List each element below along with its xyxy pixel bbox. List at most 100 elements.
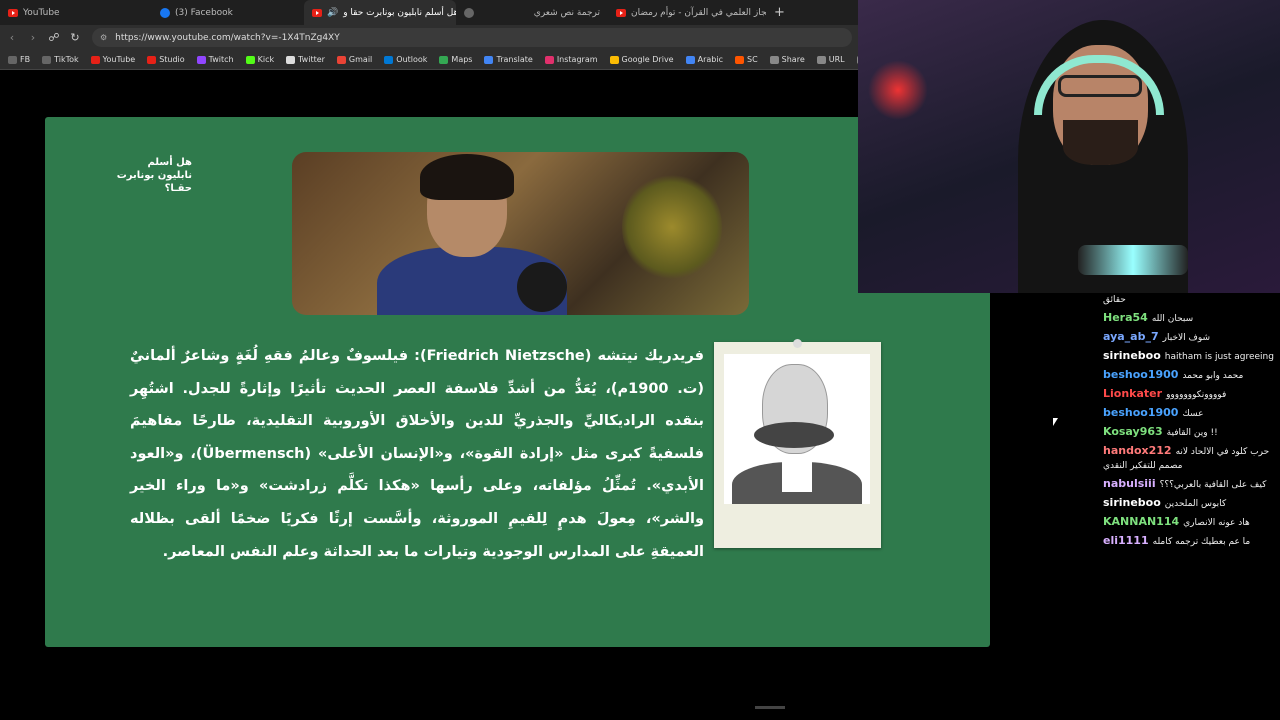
youtube-icon xyxy=(8,8,18,17)
bookmark-item[interactable]: FB xyxy=(8,55,30,64)
tab-active-video[interactable]: 🔊 هل أسلم نابليون بونابرت حقا و ✕ xyxy=(304,0,456,25)
bookmark-label: Outlook xyxy=(396,55,428,64)
bookmark-item[interactable]: Instagram xyxy=(544,55,598,64)
bookmark-label: FB xyxy=(20,55,31,64)
bookmark-item[interactable]: Kick xyxy=(245,55,274,64)
tab-label: ترجمة نص شعري xyxy=(533,7,600,18)
live-chat: حقائق Hera54 سبحان الله aya_ab_7 شوف الاخبار… xyxy=(1100,293,1280,593)
chat-username[interactable]: handox212 xyxy=(1103,444,1172,457)
nietzsche-paragraph: فريدريك نيتشه (Friedrich Nietzsche): فيل… xyxy=(130,348,705,560)
scroll-indicator xyxy=(755,706,785,709)
bookmark-favicon-icon xyxy=(816,55,826,64)
bookmark-label: YouTube xyxy=(102,55,136,64)
bookmark-item[interactable]: YouTube xyxy=(90,55,136,64)
bookmark-label: Studio xyxy=(159,55,185,64)
bookmark-item[interactable]: Share xyxy=(769,55,805,64)
chat-text: ما عم بعطيك ترجمه كامله xyxy=(1152,537,1251,547)
bookmark-label: Instagram xyxy=(556,55,598,64)
chat-message: nabulsiii كيف على القافية بالعربي؟؟؟ xyxy=(1103,477,1280,492)
tab-label: الإعجاز العلمي في القرآن - توأم رمضان xyxy=(631,7,766,18)
bookmark-icon[interactable]: ☍ xyxy=(45,31,63,44)
bookmark-item[interactable]: Arabic xyxy=(685,55,723,64)
bookmark-item[interactable]: Twitch xyxy=(196,55,234,64)
back-arrow-icon[interactable]: ‹ xyxy=(3,31,21,44)
plant-image xyxy=(622,172,722,282)
facebook-icon xyxy=(160,7,170,18)
bookmark-item[interactable]: URL xyxy=(816,55,845,64)
bookmarks-bar: FB TikTok YouTube Studio Twitch Kick Twitter Gm… xyxy=(0,50,858,70)
tab-facebook[interactable]: (3) Facebook xyxy=(152,0,304,25)
bookmark-favicon-icon xyxy=(42,55,52,64)
red-light xyxy=(868,60,928,120)
speaker-photo xyxy=(292,152,749,315)
chat-text: عسك xyxy=(1182,409,1204,419)
site-info-icon[interactable]: ⚙ xyxy=(100,33,107,42)
tab-translation[interactable]: ترجمة نص شعري xyxy=(456,0,608,25)
bookmark-item[interactable]: Gmail xyxy=(336,55,373,64)
chat-username[interactable]: aya_ab_7 xyxy=(1103,330,1159,343)
portrait-mustache xyxy=(754,422,834,448)
chat-username[interactable]: KANNAN114 xyxy=(1103,515,1179,528)
chat-username[interactable]: beshoo1900 xyxy=(1103,368,1178,381)
globe-icon xyxy=(464,7,474,18)
url-field[interactable]: ⚙ https://www.youtube.com/watch?v=-1X4Tn… xyxy=(92,28,852,47)
bookmark-favicon-icon xyxy=(196,55,206,64)
address-bar-row: ‹ › ☍ ↻ ⚙ https://www.youtube.com/watch?… xyxy=(0,25,858,50)
bookmark-favicon-icon xyxy=(384,55,394,64)
bookmark-item[interactable]: Translate xyxy=(484,55,533,64)
nietzsche-portrait xyxy=(724,354,870,504)
bookmark-item[interactable]: Studio xyxy=(147,55,185,64)
nietzsche-portrait-frame xyxy=(714,339,881,548)
bookmark-label: Gmail xyxy=(348,55,373,64)
tab-youtube[interactable]: YouTube xyxy=(0,0,152,25)
chat-username[interactable]: sirineboo xyxy=(1103,349,1161,362)
chat-message: handox212 حرب كلود في الالحاد لانه مصمم ل… xyxy=(1103,444,1280,473)
bookmark-label: Share xyxy=(781,55,805,64)
tab-quran-miracle[interactable]: الإعجاز العلمي في القرآن - توأم رمضان xyxy=(608,0,766,25)
new-tab-button[interactable]: + xyxy=(766,5,793,20)
chat-username[interactable]: nabulsiii xyxy=(1103,477,1156,490)
bookmark-item[interactable]: Maps xyxy=(439,55,472,64)
tab-label: هل أسلم نابليون بونابرت حقا و xyxy=(343,7,456,18)
speaker-icon[interactable]: 🔊 xyxy=(327,8,338,18)
bookmark-item[interactable]: Twitter xyxy=(286,55,325,64)
chat-text: وين القافية !! xyxy=(1166,428,1218,438)
bookmark-item[interactable]: TikTok xyxy=(42,55,79,64)
tab-label: YouTube xyxy=(23,7,60,18)
microphone-icon xyxy=(1078,245,1188,275)
bookmark-favicon-icon xyxy=(609,55,619,64)
bookmark-label: SC xyxy=(746,55,758,64)
bookmark-label: URL xyxy=(828,55,845,64)
slide-title: هل أسلم نابليون بونابرت حقـا؟ xyxy=(116,157,192,194)
youtube-icon xyxy=(616,8,626,17)
reload-icon[interactable]: ↻ xyxy=(66,31,84,44)
chat-text: سبحان الله xyxy=(1151,314,1194,324)
bookmark-favicon-icon xyxy=(245,55,255,64)
bookmark-item[interactable]: Google Drive xyxy=(609,55,674,64)
chat-username[interactable]: beshoo1900 xyxy=(1103,406,1178,419)
bookmark-favicon-icon xyxy=(544,55,554,64)
bookmark-favicon-icon xyxy=(685,55,695,64)
chat-username[interactable]: eli1111 xyxy=(1103,534,1149,547)
bookmark-favicon-icon xyxy=(769,55,779,64)
chat-message: beshoo1900 عسك xyxy=(1103,406,1280,421)
bookmark-item[interactable]: Outlook xyxy=(384,55,427,64)
bookmark-label: TikTok xyxy=(54,55,79,64)
chat-username[interactable]: sirineboo xyxy=(1103,496,1161,509)
pin-icon xyxy=(793,339,802,348)
bookmark-item[interactable]: SC xyxy=(734,55,758,64)
chat-message: aya_ab_7 شوف الاخبار xyxy=(1103,330,1280,345)
chat-message: beshoo1900 محمد وابو محمد xyxy=(1103,368,1280,383)
portrait-collar xyxy=(782,462,812,492)
mouse-cursor-icon xyxy=(1053,418,1058,426)
chat-message: sirineboo haitham is just agreeing xyxy=(1103,349,1280,364)
chat-username[interactable]: Lionkater xyxy=(1103,387,1162,400)
tab-label: (3) Facebook xyxy=(175,7,233,18)
bookmark-label: Maps xyxy=(451,55,473,64)
chat-username[interactable]: Kosay963 xyxy=(1103,425,1163,438)
webcam-overlay xyxy=(858,0,1280,293)
forward-arrow-icon[interactable]: › xyxy=(24,31,42,44)
chat-username[interactable]: Hera54 xyxy=(1103,311,1148,324)
chat-text: haitham is just agreeing xyxy=(1164,352,1274,362)
chat-text: كيف على القافية بالعربي؟؟؟ xyxy=(1159,480,1267,490)
